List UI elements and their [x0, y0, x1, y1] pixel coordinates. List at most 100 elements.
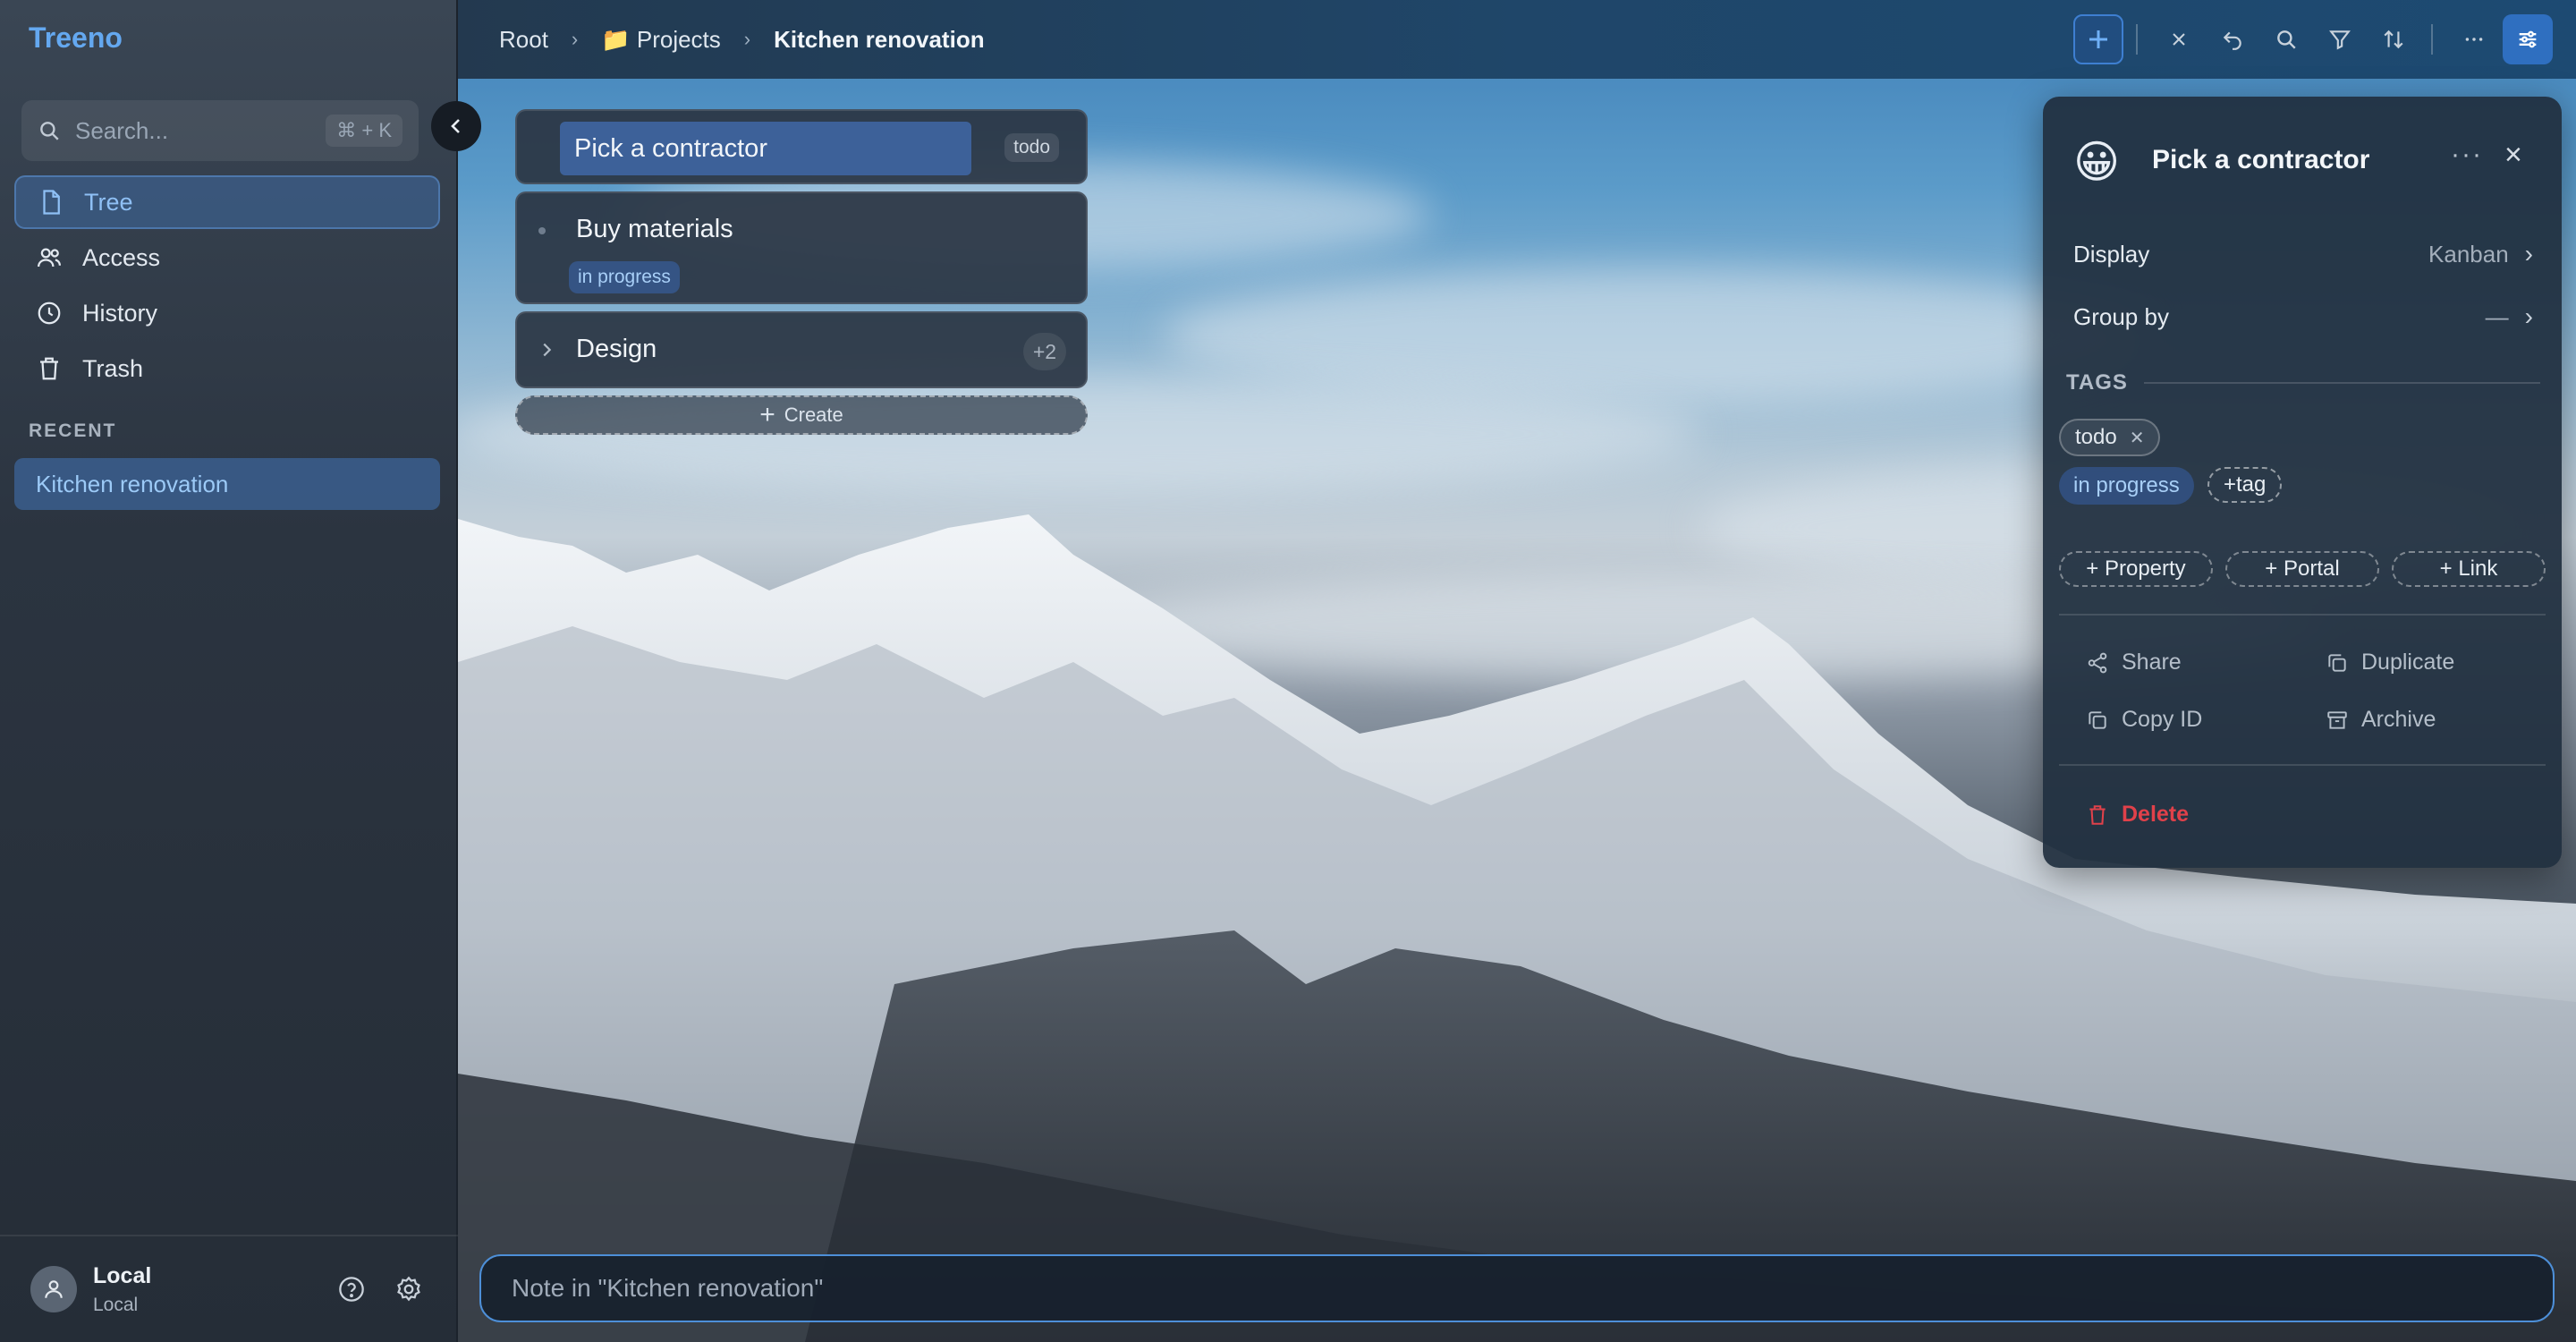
note-input[interactable]: Note in "Kitchen renovation" — [479, 1254, 2555, 1322]
help-button[interactable] — [333, 1270, 370, 1308]
card-title-input[interactable]: Pick a contractor — [560, 122, 971, 175]
user-subtitle: Local — [93, 1294, 139, 1315]
avatar[interactable] — [30, 1266, 77, 1312]
panel-title: Pick a contractor — [2152, 145, 2370, 174]
tag-chip[interactable]: todo ✕ — [2059, 419, 2161, 456]
chevron-right-icon[interactable] — [537, 338, 556, 361]
copy-icon — [2328, 653, 2346, 672]
users-icon — [36, 244, 63, 271]
sidebar-item-access[interactable]: Access — [14, 231, 440, 285]
sidebar-item-tree[interactable]: Tree — [14, 175, 440, 229]
child-count-badge: +2 — [1023, 333, 1066, 370]
top-bar: Root › 📁 Projects › Kitchen renovation — [458, 0, 2576, 79]
sidebar-item-label: Tree — [84, 188, 133, 216]
add-property-button[interactable]: + Property — [2059, 551, 2213, 587]
sidebar-item-trash[interactable]: Trash — [14, 342, 440, 395]
tags-header-label: TAGS — [2066, 370, 2128, 395]
archive-button[interactable]: Archive — [2326, 707, 2436, 733]
card-pick-a-contractor[interactable]: Pick a contractor todo — [515, 109, 1088, 184]
search-button[interactable] — [2261, 14, 2311, 64]
breadcrumb-projects[interactable]: 📁 Projects — [601, 26, 721, 54]
sidebar-item-label: History — [82, 299, 158, 327]
create-button[interactable]: + Create — [515, 395, 1088, 435]
recent-header: RECENT — [29, 420, 117, 441]
breadcrumb-current: Kitchen renovation — [774, 25, 985, 53]
card-buy-materials[interactable]: Buy materials in progress — [515, 191, 1088, 304]
add-button[interactable] — [2073, 14, 2123, 64]
file-icon — [38, 189, 64, 216]
search-input[interactable]: Search... ⌘ + K — [21, 100, 419, 161]
tag-label: todo — [2075, 425, 2117, 449]
group-by-label: Group by — [2073, 302, 2169, 330]
clock-icon — [36, 300, 63, 327]
toolbar — [2070, 0, 2553, 79]
settings-button[interactable] — [390, 1270, 428, 1308]
sort-button[interactable] — [2368, 14, 2419, 64]
details-panel: 😀 Pick a contractor ··· × Display Kanban… — [2043, 97, 2562, 868]
copy-icon — [2089, 710, 2106, 729]
user-name: Local — [93, 1262, 152, 1288]
properties-panel-toggle[interactable] — [2503, 14, 2553, 64]
archive-label: Archive — [2361, 707, 2436, 732]
divider — [2059, 764, 2546, 766]
toolbar-divider — [2431, 24, 2433, 55]
card-design[interactable]: Design +2 — [515, 311, 1088, 388]
delete-label: Delete — [2122, 802, 2190, 827]
display-row[interactable]: Display Kanban › — [2073, 240, 2533, 268]
close-icon — [2173, 33, 2185, 46]
user-info: Local Local — [93, 1263, 313, 1316]
create-label: Create — [784, 403, 843, 426]
sidebar: Treeno Search... ⌘ + K Tree Access Histo… — [0, 0, 458, 1342]
filter-button[interactable] — [2315, 14, 2365, 64]
tag-chip[interactable]: in progress — [2059, 467, 2194, 505]
search-placeholder: Search... — [75, 116, 169, 144]
breadcrumb: Root › 📁 Projects › Kitchen renovation — [499, 0, 985, 79]
add-portal-button[interactable]: + Portal — [2225, 551, 2379, 587]
bullet-icon — [538, 227, 546, 234]
group-by-row[interactable]: Group by — › — [2073, 302, 2533, 331]
duplicate-button[interactable]: Duplicate — [2326, 650, 2454, 675]
divider — [2059, 614, 2546, 616]
note-placeholder: Note in "Kitchen renovation" — [512, 1274, 824, 1302]
item-emoji[interactable]: 😀 — [2073, 136, 2120, 188]
collapse-sidebar-button[interactable] — [431, 101, 481, 151]
share-label: Share — [2122, 650, 2182, 675]
close-icon[interactable]: × — [2504, 138, 2522, 173]
delete-button[interactable]: Delete — [2086, 802, 2189, 828]
help-icon — [339, 1277, 364, 1302]
archive-icon — [2327, 710, 2347, 729]
chevron-right-icon: › — [743, 28, 751, 50]
sidebar-item-label: Access — [82, 243, 161, 271]
share-icon — [2088, 652, 2107, 673]
user-bar: Local Local — [0, 1235, 458, 1342]
add-tag-button[interactable]: +tag — [2207, 467, 2283, 503]
chevron-right-icon: › — [2524, 240, 2533, 268]
sliders-icon — [2519, 30, 2537, 48]
gear-icon — [397, 1276, 420, 1302]
search-icon — [2277, 30, 2296, 49]
sidebar-item-history[interactable]: History — [14, 286, 440, 340]
display-value: Kanban — [2428, 240, 2509, 268]
remove-tag-icon[interactable]: ✕ — [2130, 427, 2145, 449]
more-button[interactable] — [2449, 14, 2499, 64]
chevron-right-icon: › — [571, 28, 579, 50]
recent-item[interactable]: Kitchen renovation — [14, 458, 440, 510]
copy-id-button[interactable]: Copy ID — [2086, 707, 2202, 733]
clear-button[interactable] — [2154, 14, 2204, 64]
folder-icon: 📁 — [601, 25, 631, 53]
search-icon — [38, 119, 61, 142]
more-horizontal-icon[interactable]: ··· — [2451, 140, 2483, 170]
share-button[interactable]: Share — [2086, 650, 2182, 675]
chevron-right-icon: › — [2524, 302, 2533, 330]
group-by-value: — — [2485, 302, 2509, 330]
filter-icon — [2329, 30, 2351, 50]
sort-icon — [2384, 30, 2403, 49]
add-link-button[interactable]: + Link — [2392, 551, 2546, 587]
plus-icon: + — [759, 400, 775, 429]
breadcrumb-root[interactable]: Root — [499, 26, 548, 54]
app-logo[interactable]: Treeno — [29, 21, 123, 55]
undo-button[interactable] — [2207, 14, 2258, 64]
copy-id-label: Copy ID — [2122, 707, 2203, 732]
plus-icon — [2089, 30, 2107, 48]
sidebar-item-label: Trash — [82, 354, 144, 382]
